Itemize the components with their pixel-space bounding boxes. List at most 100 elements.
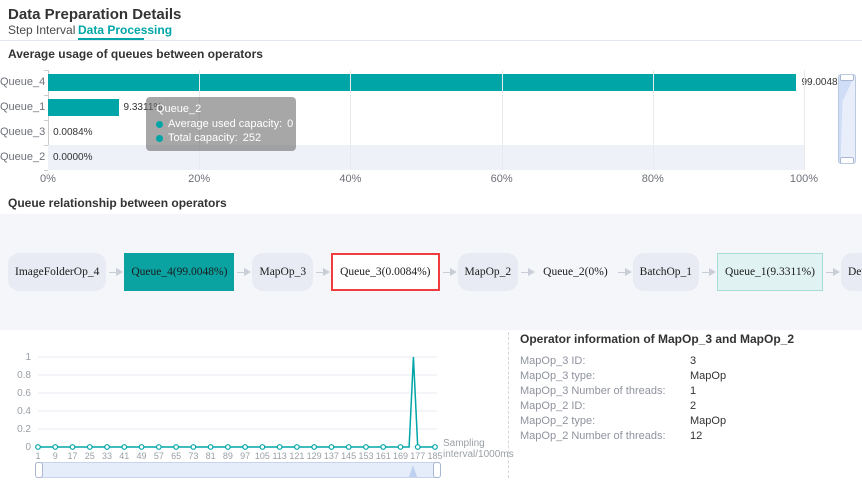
data-point-marker	[174, 445, 179, 450]
data-point-marker	[415, 445, 420, 450]
x-tick-label: 89	[223, 451, 233, 461]
bar-queue_1[interactable]	[48, 99, 119, 116]
flow-node-queue_4[interactable]: Queue_4(99.0048%)	[124, 253, 234, 291]
x-tick-label: 60%	[491, 173, 513, 185]
tab-data-processing[interactable]: Data Processing	[78, 23, 172, 37]
queue-usage-title: Average usage of queues between operator…	[8, 47, 263, 61]
flow-node-queue_1[interactable]: Queue_1(9.3311%)	[717, 253, 823, 291]
bar-chart-category-axis: Queue_4Queue_1Queue_3Queue_2	[0, 70, 44, 170]
y-tick-label: 1	[25, 352, 31, 363]
x-tick-label: 161	[376, 451, 391, 461]
data-point-marker	[312, 445, 317, 450]
category-label: Queue_2	[0, 145, 44, 170]
x-tick-label: 97	[240, 451, 250, 461]
tab-step-interval[interactable]: Step Interval	[8, 23, 75, 37]
tooltip-row: Average used capacity: 0	[156, 118, 286, 130]
bar-queue_4[interactable]	[48, 74, 796, 91]
gridline	[653, 70, 654, 170]
info-value: 12	[690, 429, 702, 444]
bar-chart-datazoom-slider[interactable]	[838, 74, 856, 164]
data-point-marker	[329, 445, 334, 450]
data-point-marker	[191, 445, 196, 450]
flow-node-batchop_1[interactable]: BatchOp_1	[633, 253, 699, 291]
info-value: MapOp	[690, 414, 726, 429]
data-point-marker	[277, 445, 282, 450]
x-tick-label: 9	[53, 451, 58, 461]
info-row: MapOp_3 type:MapOp	[520, 369, 850, 384]
tooltip-value: 252	[243, 132, 261, 144]
panel-divider	[508, 332, 509, 478]
tooltip-title: Queue_2	[156, 103, 286, 115]
x-tick-label: 129	[307, 451, 322, 461]
datazoom-handle-left[interactable]	[35, 462, 43, 478]
data-point-marker	[243, 445, 248, 450]
y-tick-label: 0.4	[17, 406, 31, 417]
info-value: 3	[690, 354, 696, 369]
info-row: MapOp_3 ID:3	[520, 354, 850, 369]
data-point-marker	[260, 445, 265, 450]
y-tick-label: 0.2	[17, 424, 31, 435]
data-point-marker	[36, 445, 41, 450]
datazoom-handle-bottom[interactable]	[840, 157, 854, 164]
info-row: MapOp_2 type:MapOp	[520, 414, 850, 429]
data-point-marker	[295, 445, 300, 450]
x-tick-label: 113	[272, 451, 286, 461]
x-tick-label: 65	[171, 451, 181, 461]
info-row: MapOp_2 ID:2	[520, 399, 850, 414]
x-tick-label: 100%	[790, 173, 818, 185]
data-point-marker	[398, 445, 403, 450]
info-value: MapOp	[690, 369, 726, 384]
data-point-marker	[139, 445, 144, 450]
flow-arrow-icon	[618, 272, 630, 273]
x-tick-label: 40%	[339, 173, 361, 185]
flow-node-mapop_3[interactable]: MapOp_3	[252, 253, 313, 291]
x-tick-label: 121	[289, 451, 304, 461]
x-tick-label: 177	[410, 451, 425, 461]
series-dot-icon	[156, 121, 163, 128]
data-point-marker	[433, 445, 438, 450]
gridline	[350, 70, 351, 170]
x-tick-label: 25	[85, 451, 95, 461]
data-preparation-details-page: Data Preparation Details Step Interval D…	[0, 0, 862, 483]
category-label: Queue_3	[0, 120, 44, 145]
info-label: MapOp_2 type:	[520, 414, 690, 429]
category-label: Queue_4	[0, 70, 44, 95]
x-tick-label: 49	[137, 451, 147, 461]
x-tick-label: 0%	[40, 173, 56, 185]
info-label: MapOp_3 ID:	[520, 354, 690, 369]
datazoom-handle-top[interactable]	[840, 74, 854, 81]
x-tick-label: 20%	[188, 173, 210, 185]
datazoom-handle-right[interactable]	[433, 462, 441, 478]
data-point-marker	[53, 445, 58, 450]
queue-relationship-diagram: ImageFolderOp_4 Queue_4(99.0048%) MapOp_3 Q…	[0, 214, 862, 330]
flow-arrow-icon	[443, 272, 455, 273]
line-chart-x-axis-label: Sampling interval/1000ms	[443, 438, 505, 460]
x-tick-label: 105	[255, 451, 270, 461]
flow-node-imagefolderop_4[interactable]: ImageFolderOp_4	[8, 253, 106, 291]
operator-info-list: MapOp_3 ID:3MapOp_3 type:MapOpMapOp_3 Nu…	[520, 354, 850, 444]
x-tick-label: 169	[393, 451, 408, 461]
flow-node-queue_3[interactable]: Queue_3(0.0084%)	[331, 253, 439, 291]
flow-node-mapop_2[interactable]: MapOp_2	[458, 253, 519, 291]
flow-arrow-icon	[109, 272, 121, 273]
y-tick-label: 0	[25, 442, 31, 453]
x-tick-label: 153	[358, 451, 373, 461]
x-tick-label: 33	[102, 451, 112, 461]
flow-node-queue_2[interactable]: Queue_2(0%)	[536, 253, 615, 291]
x-tick-label: 73	[188, 451, 198, 461]
info-label: MapOp_2 ID:	[520, 399, 690, 414]
queue-usage-line-chart[interactable]: 00.20.40.60.8119172533414957657381899710…	[0, 330, 460, 463]
x-tick-label: 81	[206, 451, 216, 461]
gridline	[804, 70, 805, 170]
data-point-marker	[364, 445, 369, 450]
x-tick-label: 1	[35, 451, 40, 461]
bar-value-label: 0.0000%	[53, 149, 92, 166]
tooltip-label: Total capacity:	[168, 132, 238, 144]
data-point-marker	[208, 445, 213, 450]
info-value: 2	[690, 399, 696, 414]
series-dot-icon	[156, 135, 163, 142]
flow-node-devicequeueop_0[interactable]: DeviceQueueOp_0	[841, 253, 862, 291]
flow-arrow-icon	[521, 272, 533, 273]
line-chart-datazoom-slider[interactable]	[35, 462, 441, 478]
x-tick-label: 185	[427, 451, 442, 461]
